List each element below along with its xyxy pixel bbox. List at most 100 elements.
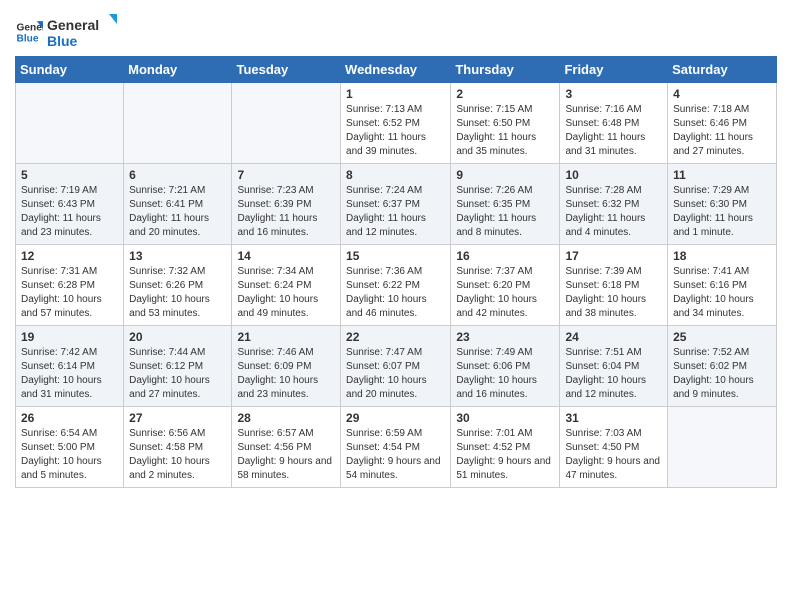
day-info: Sunrise: 7:21 AM Sunset: 6:41 PM Dayligh… xyxy=(129,184,226,240)
calendar-cell xyxy=(16,83,124,164)
day-number: 1 xyxy=(346,87,445,101)
calendar-cell: 7 Sunrise: 7:23 AM Sunset: 6:39 PM Daylig… xyxy=(232,164,341,245)
day-number: 23 xyxy=(456,330,554,344)
day-number: 26 xyxy=(21,411,118,425)
day-info: Sunrise: 7:37 AM Sunset: 6:20 PM Dayligh… xyxy=(456,265,554,321)
day-number: 29 xyxy=(346,411,445,425)
day-info: Sunrise: 7:26 AM Sunset: 6:35 PM Dayligh… xyxy=(456,184,554,240)
calendar-cell: 16 Sunrise: 7:37 AM Sunset: 6:20 PM Dayli… xyxy=(451,245,560,326)
day-info: Sunrise: 7:34 AM Sunset: 6:24 PM Dayligh… xyxy=(237,265,335,321)
day-info: Sunrise: 7:46 AM Sunset: 6:09 PM Dayligh… xyxy=(237,346,335,402)
day-info: Sunrise: 7:31 AM Sunset: 6:28 PM Dayligh… xyxy=(21,265,118,321)
day-info: Sunrise: 7:44 AM Sunset: 6:12 PM Dayligh… xyxy=(129,346,226,402)
day-number: 16 xyxy=(456,249,554,263)
day-number: 28 xyxy=(237,411,335,425)
calendar-cell: 31Sunrise: 7:03 AM Sunset: 4:50 PM Dayli… xyxy=(560,407,668,488)
day-number: 5 xyxy=(21,168,118,182)
calendar-cell: 27 Sunrise: 6:56 AM Sunset: 4:58 PM Dayli… xyxy=(124,407,232,488)
day-number: 17 xyxy=(565,249,662,263)
svg-text:Blue: Blue xyxy=(47,33,78,49)
logo-svg: General Blue xyxy=(47,14,117,50)
day-info: Sunrise: 7:36 AM Sunset: 6:22 PM Dayligh… xyxy=(346,265,445,321)
day-info: Sunrise: 7:29 AM Sunset: 6:30 PM Dayligh… xyxy=(673,184,771,240)
day-number: 21 xyxy=(237,330,335,344)
calendar-cell: 9 Sunrise: 7:26 AM Sunset: 6:35 PM Daylig… xyxy=(451,164,560,245)
calendar-cell: 17Sunrise: 7:39 AM Sunset: 6:18 PM Dayli… xyxy=(560,245,668,326)
calendar-cell: 21 Sunrise: 7:46 AM Sunset: 6:09 PM Dayli… xyxy=(232,326,341,407)
day-number: 13 xyxy=(129,249,226,263)
weekday-header-sunday: Sunday xyxy=(16,57,124,83)
day-number: 4 xyxy=(673,87,771,101)
calendar-cell xyxy=(232,83,341,164)
day-info: Sunrise: 7:01 AM Sunset: 4:52 PM Dayligh… xyxy=(456,427,554,483)
calendar-cell: 19 Sunrise: 7:42 AM Sunset: 6:14 PM Dayli… xyxy=(16,326,124,407)
day-number: 19 xyxy=(21,330,118,344)
weekday-header-friday: Friday xyxy=(560,57,668,83)
day-info: Sunrise: 7:52 AM Sunset: 6:02 PM Dayligh… xyxy=(673,346,771,402)
weekday-header-row: SundayMondayTuesdayWednesdayThursdayFrid… xyxy=(16,57,777,83)
day-number: 18 xyxy=(673,249,771,263)
calendar-cell: 24Sunrise: 7:51 AM Sunset: 6:04 PM Dayli… xyxy=(560,326,668,407)
calendar-cell: 14 Sunrise: 7:34 AM Sunset: 6:24 PM Dayli… xyxy=(232,245,341,326)
day-info: Sunrise: 7:28 AM Sunset: 6:32 PM Dayligh… xyxy=(565,184,662,240)
day-number: 22 xyxy=(346,330,445,344)
calendar-cell: 20Sunrise: 7:44 AM Sunset: 6:12 PM Dayli… xyxy=(124,326,232,407)
day-info: Sunrise: 7:18 AM Sunset: 6:46 PM Dayligh… xyxy=(673,103,771,159)
day-info: Sunrise: 7:15 AM Sunset: 6:50 PM Dayligh… xyxy=(456,103,554,159)
calendar-cell: 13 Sunrise: 7:32 AM Sunset: 6:26 PM Dayli… xyxy=(124,245,232,326)
calendar-cell: 29Sunrise: 6:59 AM Sunset: 4:54 PM Dayli… xyxy=(341,407,451,488)
calendar-cell: 23 Sunrise: 7:49 AM Sunset: 6:06 PM Dayli… xyxy=(451,326,560,407)
day-number: 24 xyxy=(565,330,662,344)
day-info: Sunrise: 7:23 AM Sunset: 6:39 PM Dayligh… xyxy=(237,184,335,240)
day-number: 30 xyxy=(456,411,554,425)
day-number: 10 xyxy=(565,168,662,182)
calendar-cell: 6 Sunrise: 7:21 AM Sunset: 6:41 PM Daylig… xyxy=(124,164,232,245)
calendar: SundayMondayTuesdayWednesdayThursdayFrid… xyxy=(15,56,777,488)
weekday-header-wednesday: Wednesday xyxy=(341,57,451,83)
day-info: Sunrise: 7:41 AM Sunset: 6:16 PM Dayligh… xyxy=(673,265,771,321)
day-number: 11 xyxy=(673,168,771,182)
calendar-cell: 1Sunrise: 7:13 AM Sunset: 6:52 PM Daylig… xyxy=(341,83,451,164)
day-number: 2 xyxy=(456,87,554,101)
day-info: Sunrise: 7:49 AM Sunset: 6:06 PM Dayligh… xyxy=(456,346,554,402)
weekday-header-tuesday: Tuesday xyxy=(232,57,341,83)
calendar-cell: 5 Sunrise: 7:19 AM Sunset: 6:43 PM Daylig… xyxy=(16,164,124,245)
week-row-2: 5 Sunrise: 7:19 AM Sunset: 6:43 PM Daylig… xyxy=(16,164,777,245)
calendar-cell: 12 Sunrise: 7:31 AM Sunset: 6:28 PM Dayli… xyxy=(16,245,124,326)
calendar-cell: 28 Sunrise: 6:57 AM Sunset: 4:56 PM Dayli… xyxy=(232,407,341,488)
day-info: Sunrise: 6:57 AM Sunset: 4:56 PM Dayligh… xyxy=(237,427,335,483)
calendar-cell: 4 Sunrise: 7:18 AM Sunset: 6:46 PM Daylig… xyxy=(668,83,777,164)
calendar-cell: 2 Sunrise: 7:15 AM Sunset: 6:50 PM Daylig… xyxy=(451,83,560,164)
day-number: 15 xyxy=(346,249,445,263)
day-number: 6 xyxy=(129,168,226,182)
week-row-4: 19 Sunrise: 7:42 AM Sunset: 6:14 PM Dayli… xyxy=(16,326,777,407)
calendar-cell xyxy=(124,83,232,164)
day-info: Sunrise: 7:47 AM Sunset: 6:07 PM Dayligh… xyxy=(346,346,445,402)
day-info: Sunrise: 7:42 AM Sunset: 6:14 PM Dayligh… xyxy=(21,346,118,402)
day-number: 14 xyxy=(237,249,335,263)
day-number: 12 xyxy=(21,249,118,263)
day-number: 7 xyxy=(237,168,335,182)
day-number: 8 xyxy=(346,168,445,182)
calendar-cell xyxy=(668,407,777,488)
week-row-3: 12 Sunrise: 7:31 AM Sunset: 6:28 PM Dayli… xyxy=(16,245,777,326)
calendar-cell: 10 Sunrise: 7:28 AM Sunset: 6:32 PM Dayli… xyxy=(560,164,668,245)
calendar-cell: 25Sunrise: 7:52 AM Sunset: 6:02 PM Dayli… xyxy=(668,326,777,407)
day-info: Sunrise: 6:56 AM Sunset: 4:58 PM Dayligh… xyxy=(129,427,226,483)
week-row-5: 26 Sunrise: 6:54 AM Sunset: 5:00 PM Dayli… xyxy=(16,407,777,488)
day-info: Sunrise: 7:16 AM Sunset: 6:48 PM Dayligh… xyxy=(565,103,662,159)
day-number: 27 xyxy=(129,411,226,425)
day-info: Sunrise: 7:19 AM Sunset: 6:43 PM Dayligh… xyxy=(21,184,118,240)
calendar-cell: 18 Sunrise: 7:41 AM Sunset: 6:16 PM Dayli… xyxy=(668,245,777,326)
header: General Blue General Blue xyxy=(15,10,777,50)
calendar-cell: 26 Sunrise: 6:54 AM Sunset: 5:00 PM Dayli… xyxy=(16,407,124,488)
day-info: Sunrise: 7:32 AM Sunset: 6:26 PM Dayligh… xyxy=(129,265,226,321)
calendar-cell: 8Sunrise: 7:24 AM Sunset: 6:37 PM Daylig… xyxy=(341,164,451,245)
svg-text:General: General xyxy=(17,22,43,33)
weekday-header-monday: Monday xyxy=(124,57,232,83)
calendar-cell: 11 Sunrise: 7:29 AM Sunset: 6:30 PM Dayli… xyxy=(668,164,777,245)
calendar-cell: 22 Sunrise: 7:47 AM Sunset: 6:07 PM Dayli… xyxy=(341,326,451,407)
day-number: 9 xyxy=(456,168,554,182)
day-info: Sunrise: 6:54 AM Sunset: 5:00 PM Dayligh… xyxy=(21,427,118,483)
calendar-cell: 30 Sunrise: 7:01 AM Sunset: 4:52 PM Dayli… xyxy=(451,407,560,488)
